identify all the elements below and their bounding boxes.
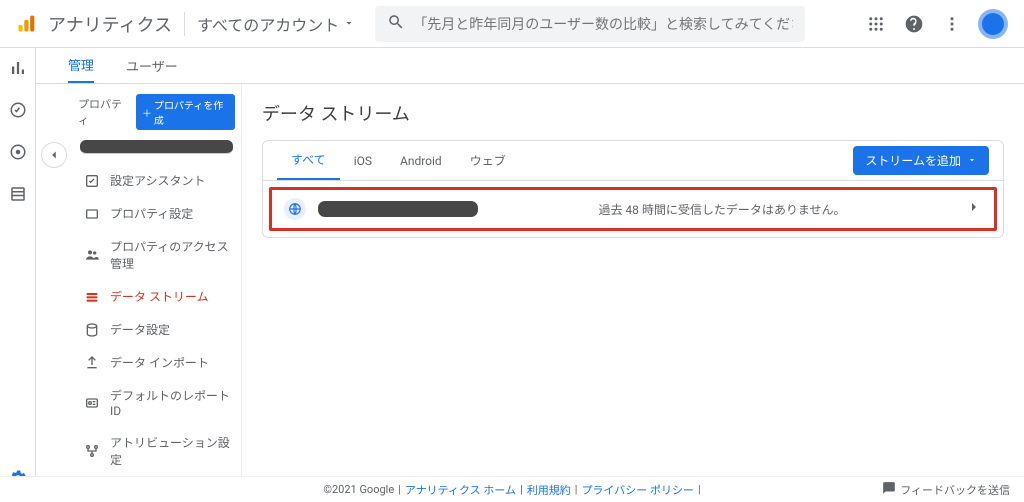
stream-row[interactable]: 過去 48 時間に受信したデータはありません。 (269, 187, 997, 231)
apps-icon[interactable] (864, 12, 888, 36)
sidebar-item-access-management[interactable]: プロパティのアクセス管理 (72, 230, 241, 280)
footer: ©2021 Google | アナリティクス ホーム | 利用規約 | プライバ… (0, 476, 1024, 502)
footer-link-privacy[interactable]: プライバシー ポリシー (581, 482, 694, 498)
footer-link-home[interactable]: アナリティクス ホーム (405, 482, 516, 498)
footer-link-terms[interactable]: 利用規約 (527, 482, 571, 498)
help-icon[interactable] (902, 12, 926, 36)
stream-list: 過去 48 時間に受信したデータはありません。 (263, 181, 1003, 237)
add-stream-button[interactable]: ストリームを追加 (853, 146, 989, 175)
content: プロパティ ＋ プロパティを作成 設定アシスタント プロパティ設定 (36, 84, 1024, 476)
streams-panel: すべて iOS Android ウェブ ストリームを追加 (262, 140, 1004, 238)
search-bar[interactable] (375, 6, 805, 42)
app-header: アナリティクス すべてのアカウント (0, 0, 1024, 48)
account-selector[interactable]: すべてのアカウント (197, 12, 355, 36)
globe-icon (284, 198, 306, 220)
sidebar-head: プロパティ ＋ プロパティを作成 (72, 92, 241, 136)
body: 管理 ユーザー プロパティ ＋ プロパティを作成 設定アシスタント (36, 48, 1024, 476)
sidebar-item-report-id[interactable]: デフォルトのレポート ID (72, 379, 241, 426)
rail-realtime-icon[interactable] (6, 98, 30, 122)
header-actions (864, 9, 1008, 39)
sidebar-item-label: デフォルトのレポート ID (110, 387, 235, 418)
sidebar-item-label: プロパティのアクセス管理 (110, 238, 235, 272)
sidebar-item-data-streams[interactable]: データ ストリーム (72, 280, 241, 313)
stream-icon (84, 289, 100, 305)
feedback-icon (882, 481, 896, 498)
tab-all[interactable]: すべて (277, 141, 340, 180)
feedback-label: フィードバックを送信 (900, 482, 1010, 498)
upload-icon (84, 355, 100, 371)
chevron-down-icon (343, 14, 355, 33)
app-title: アナリティクス (48, 11, 172, 37)
create-property-label: プロパティを作成 (154, 97, 229, 127)
plus-icon: ＋ (142, 105, 152, 120)
tab-android[interactable]: Android (386, 141, 456, 180)
rail-explore-icon[interactable] (6, 140, 30, 164)
admin-tabs: 管理 ユーザー (36, 48, 1024, 84)
sidebar-item-property-settings[interactable]: プロパティ設定 (72, 197, 241, 230)
footer-copyright: ©2021 Google (323, 483, 394, 496)
search-icon (387, 13, 405, 35)
sidebar-item-label: プロパティ設定 (110, 205, 193, 222)
back-arrow-icon[interactable] (41, 142, 67, 168)
property-label: プロパティ (78, 96, 130, 128)
avatar[interactable] (978, 9, 1008, 39)
stream-name-redacted (318, 201, 478, 217)
analytics-logo-icon (16, 14, 36, 34)
property-name-redacted[interactable] (80, 140, 233, 154)
sidebar-item-setup-assistant[interactable]: 設定アシスタント (72, 164, 241, 197)
stream-status-message: 過去 48 時間に受信したデータはありません。 (490, 201, 954, 218)
people-icon (84, 247, 100, 263)
card-icon (84, 206, 100, 222)
divider (184, 12, 185, 36)
id-icon (84, 395, 100, 411)
sidebar-item-label: 設定アシスタント (110, 172, 206, 189)
sidebar-item-label: データ インポート (110, 354, 209, 371)
left-rail (0, 48, 36, 502)
chevron-down-icon (967, 154, 977, 168)
tab-user[interactable]: ユーザー (126, 48, 178, 83)
stream-type-tabs: すべて iOS Android ウェブ ストリームを追加 (263, 141, 1003, 181)
sidebar-item-data-import[interactable]: データ インポート (72, 346, 241, 379)
tab-ios[interactable]: iOS (340, 141, 386, 180)
tab-web[interactable]: ウェブ (456, 141, 520, 180)
search-input[interactable] (413, 16, 793, 32)
chevron-right-icon (966, 199, 982, 219)
sidebar-list: 設定アシスタント プロパティ設定 プロパティのアクセス管理 データ ストリーム … (72, 164, 241, 476)
add-stream-label: ストリームを追加 (865, 152, 961, 169)
account-label: すべてのアカウント (197, 12, 339, 36)
sidebar-item-label: アトリビューション設定 (110, 434, 235, 468)
page-title: データ ストリーム (262, 100, 1004, 126)
sidebar-item-data-settings[interactable]: データ設定 (72, 313, 241, 346)
footer-feedback[interactable]: フィードバックを送信 (882, 481, 1010, 498)
rail-library-icon[interactable] (6, 182, 30, 206)
rail-reports-icon[interactable] (6, 56, 30, 80)
sidebar-item-label: データ ストリーム (110, 288, 209, 305)
property-sidebar: プロパティ ＋ プロパティを作成 設定アシスタント プロパティ設定 (72, 84, 242, 476)
checklist-icon (84, 173, 100, 189)
tab-admin[interactable]: 管理 (68, 48, 94, 83)
main-panel: データ ストリーム すべて iOS Android ウェブ ストリームを追加 (242, 84, 1024, 476)
sidebar-item-attribution[interactable]: アトリビューション設定 (72, 426, 241, 476)
database-icon (84, 322, 100, 338)
attribution-icon (84, 443, 100, 459)
more-vert-icon[interactable] (940, 12, 964, 36)
sidebar-item-label: データ設定 (110, 321, 170, 338)
create-property-button[interactable]: ＋ プロパティを作成 (136, 94, 235, 130)
back-column (36, 84, 72, 476)
